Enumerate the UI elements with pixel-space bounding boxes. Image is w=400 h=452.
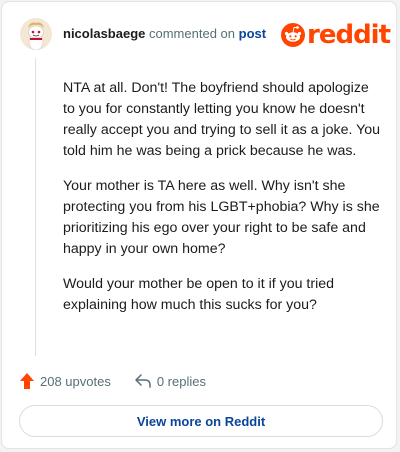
reddit-logo[interactable]: reddit <box>281 20 391 50</box>
upvote-arrow-icon <box>20 373 34 389</box>
upvote-button[interactable]: 208 upvotes <box>20 373 111 389</box>
reddit-wordmark: reddit <box>307 20 391 50</box>
avatar[interactable] <box>20 18 52 50</box>
replies-button[interactable]: 0 replies <box>135 374 206 389</box>
comment-header: nicolasbaege commented on post <box>63 26 266 41</box>
comment-card: nicolasbaege commented on post reddit NT… <box>1 1 397 449</box>
reply-count: 0 replies <box>156 373 206 389</box>
view-more-button[interactable]: View more on Reddit <box>19 405 383 437</box>
post-link[interactable]: post <box>239 26 266 41</box>
comment-actions: 208 upvotes 0 replies <box>20 371 206 391</box>
reddit-snoo-icon <box>281 23 305 47</box>
action-text: commented on <box>149 26 235 41</box>
comment-paragraph: Your mother is TA here as well. Why isn'… <box>63 178 380 257</box>
comment-paragraph: NTA at all. Don't! The boyfriend should … <box>63 80 381 159</box>
avatar-snoo-icon <box>20 18 52 50</box>
reply-arrow-icon <box>135 374 151 388</box>
upvote-count: 208 upvotes <box>40 373 111 389</box>
thread-line <box>35 58 36 356</box>
username-link[interactable]: nicolasbaege <box>63 26 145 41</box>
comment-body: NTA at all. Don't! The boyfriend should … <box>63 78 383 330</box>
comment-paragraph: Would your mother be open to it if you t… <box>63 276 335 313</box>
